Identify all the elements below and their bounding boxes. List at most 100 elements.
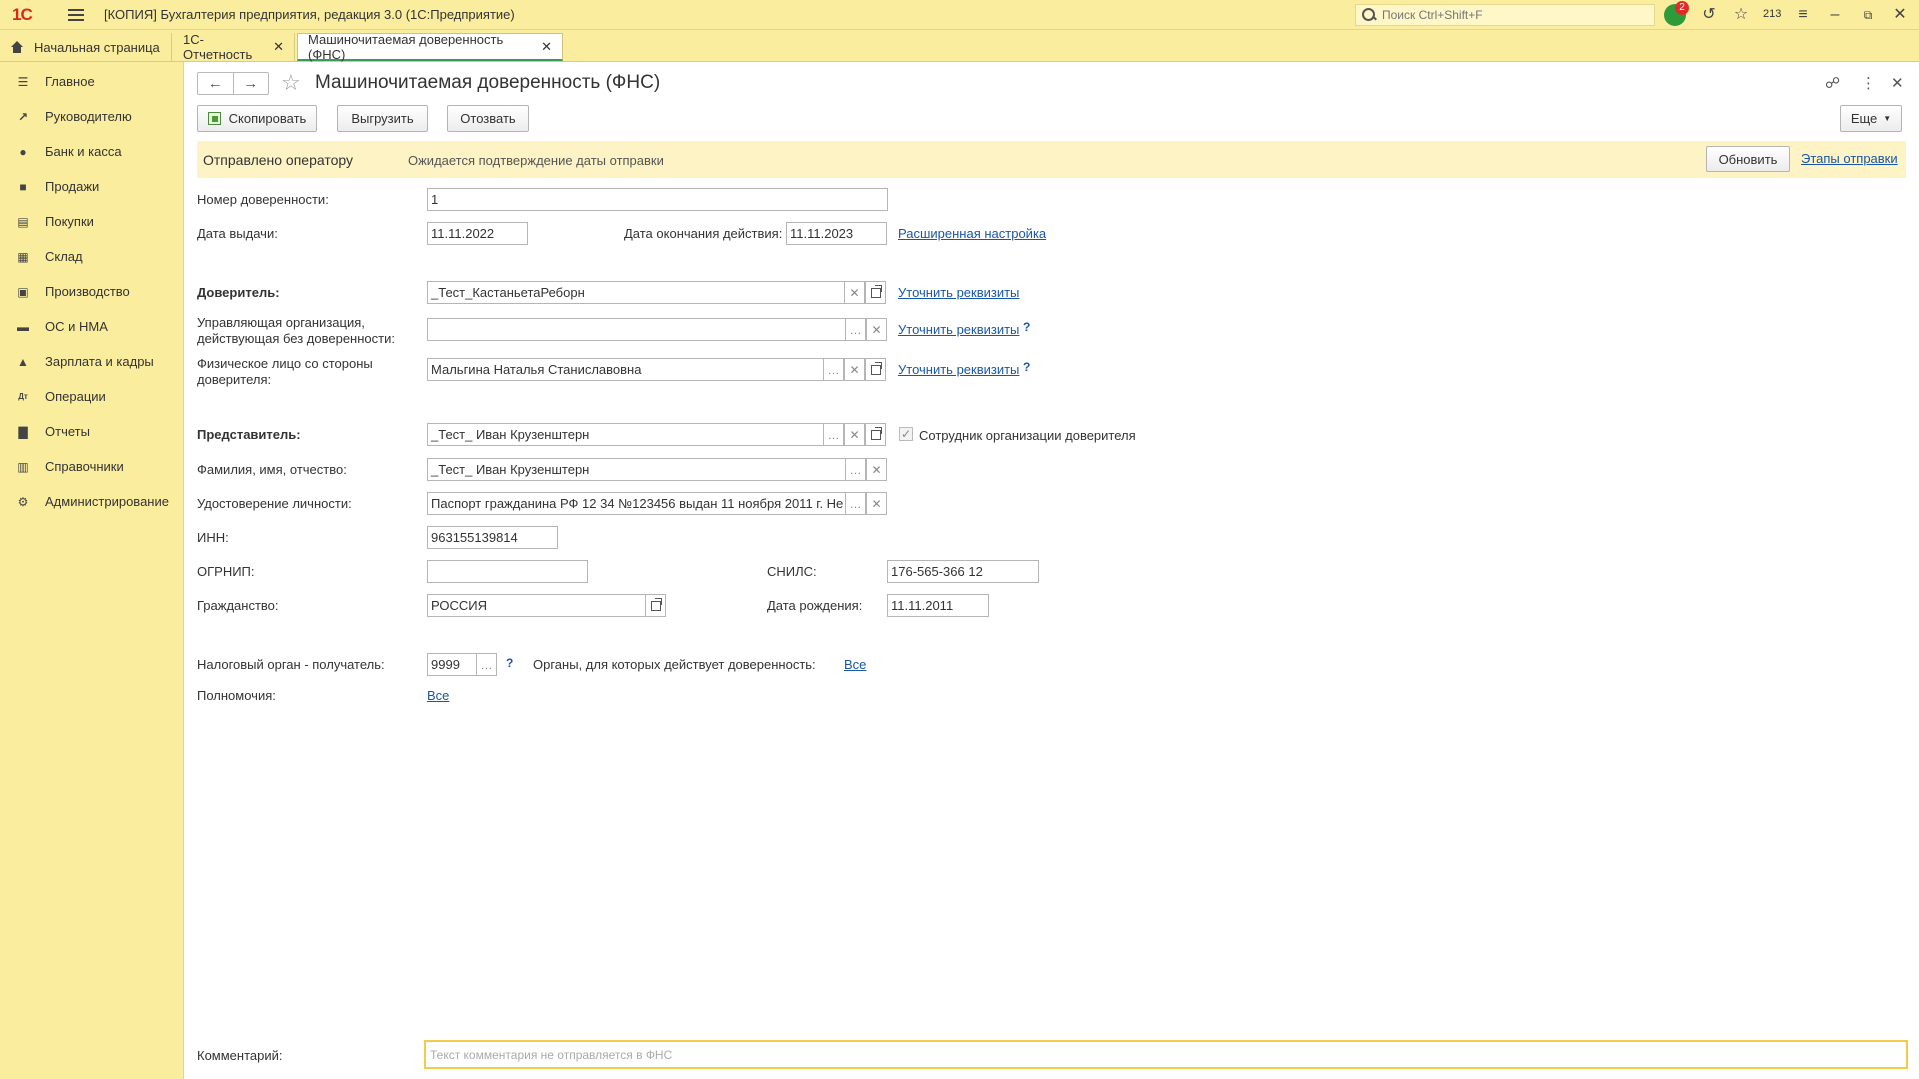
select-ellipsis-icon[interactable]: … [823, 358, 844, 381]
select-ellipsis-icon[interactable]: … [476, 653, 497, 676]
clear-icon[interactable]: ✕ [844, 423, 865, 446]
select-ellipsis-icon[interactable]: … [823, 423, 844, 446]
select-ellipsis-icon[interactable]: … [845, 492, 866, 515]
restore-icon[interactable]: ⧉ [1861, 6, 1875, 24]
sidebar-item-label: Склад [45, 249, 83, 264]
managing-org-clarify-link[interactable]: Уточнить реквизиты [898, 322, 1019, 337]
revoke-button[interactable]: Отозвать [447, 105, 529, 132]
link-icon[interactable]: ☍ [1825, 74, 1840, 92]
principal-clarify-link[interactable]: Уточнить реквизиты [898, 285, 1019, 300]
sidebar-item-admin[interactable]: ⚙ Администрирование [0, 484, 184, 519]
select-ellipsis-icon[interactable]: … [845, 458, 866, 481]
fio-field[interactable]: _Тест_ Иван Крузенштерн [427, 458, 846, 481]
number-field[interactable]: 1 [427, 188, 888, 211]
clear-icon[interactable]: ✕ [844, 281, 865, 304]
employee-checkbox[interactable]: ✓ [899, 427, 913, 441]
sidebar-item-catalogs[interactable]: ▥ Справочники [0, 449, 184, 484]
help-icon[interactable]: ? [506, 656, 513, 670]
id-doc-field[interactable]: Паспорт гражданина РФ 12 34 №123456 выда… [427, 492, 846, 515]
end-date-label: Дата окончания действия: [624, 226, 783, 241]
tab-1c-reporting[interactable]: 1С-Отчетность ✕ [173, 32, 295, 62]
help-icon[interactable]: ? [1023, 320, 1030, 334]
revoke-button-label: Отозвать [460, 111, 516, 126]
clear-icon[interactable]: ✕ [844, 358, 865, 381]
coin-icon: ● [19, 144, 27, 159]
individual-clarify-link[interactable]: Уточнить реквизиты [898, 362, 1019, 377]
tab-home[interactable]: Начальная страница [0, 33, 172, 61]
tab-power-of-attorney[interactable]: Машиночитаемая доверенность (ФНС) ✕ [297, 31, 563, 62]
close-tab-icon[interactable]: ✕ [541, 39, 552, 55]
sidebar-item-reports[interactable]: ▇ Отчеты [0, 414, 184, 449]
representative-label: Представитель: [197, 427, 301, 442]
authorities-all-link[interactable]: Все [844, 657, 866, 672]
sidebar-item-manager[interactable]: ↗ Руководителю [0, 99, 184, 134]
more-button[interactable]: Еще ▼ [1840, 105, 1902, 132]
main-menu-icon[interactable] [68, 8, 84, 21]
form-area: ← → ☆ Машиночитаемая доверенность (ФНС) … [185, 62, 1919, 1079]
minimize-icon[interactable]: – [1828, 6, 1842, 24]
status-subtext: Ожидается подтверждение даты отправки [408, 153, 664, 168]
export-button-label: Выгрузить [351, 111, 414, 126]
sidebar-item-label: Администрирование [45, 494, 169, 509]
sidebar-item-assets[interactable]: ▬ ОС и НМА [0, 309, 184, 344]
favorites-star-icon[interactable]: ☆ [1732, 6, 1750, 24]
inn-field[interactable]: 963155139814 [427, 526, 558, 549]
advanced-settings-link[interactable]: Расширенная настройка [898, 226, 1046, 241]
powers-all-link[interactable]: Все [427, 688, 449, 703]
snils-field[interactable]: 176-565-366 12 [887, 560, 1039, 583]
tab-label: 1С-Отчетность [183, 32, 253, 62]
sidebar-item-operations[interactable]: Дт Операции [0, 379, 184, 414]
history-icon[interactable]: ↺ [1700, 6, 1718, 24]
representative-field[interactable]: _Тест_ Иван Крузенштерн [427, 423, 824, 446]
ogrnip-field[interactable] [427, 560, 588, 583]
help-icon[interactable]: ? [1023, 360, 1030, 374]
select-ellipsis-icon[interactable]: … [845, 318, 866, 341]
sidebar-item-main[interactable]: ☰ Главное [0, 64, 184, 99]
clear-icon[interactable]: ✕ [866, 318, 887, 341]
birth-date-field[interactable]: 11.11.2011 [887, 594, 989, 617]
citizenship-label: Гражданство: [197, 598, 279, 613]
gear-icon: ⚙ [17, 494, 29, 509]
refresh-button[interactable]: Обновить [1706, 146, 1790, 172]
export-button[interactable]: Выгрузить [337, 105, 428, 132]
issue-date-field[interactable]: 11.11.2022 [427, 222, 528, 245]
favorite-star-icon[interactable]: ☆ [281, 70, 301, 96]
sidebar-item-salary[interactable]: ▲ Зарплата и кадры [0, 344, 184, 379]
close-tab-icon[interactable]: ✕ [273, 39, 284, 55]
managing-org-field[interactable] [427, 318, 846, 341]
search-input[interactable] [1382, 8, 1642, 22]
sidebar-item-warehouse[interactable]: ▦ Склад [0, 239, 184, 274]
open-icon[interactable] [865, 423, 886, 446]
close-form-icon[interactable]: ✕ [1891, 74, 1904, 92]
sidebar-item-purchases[interactable]: ▤ Покупки [0, 204, 184, 239]
tax-authority-field[interactable]: 9999 [427, 653, 477, 676]
sidebar-item-bank[interactable]: ● Банк и касса [0, 134, 184, 169]
sidebar-item-production[interactable]: ▣ Производство [0, 274, 184, 309]
tab-label: Машиночитаемая доверенность (ФНС) [308, 31, 504, 62]
back-arrow-icon[interactable]: ← [198, 73, 234, 94]
app-title: [КОПИЯ] Бухгалтерия предприятия, редакци… [104, 7, 515, 22]
end-date-field[interactable]: 11.11.2023 [786, 222, 887, 245]
book-icon: ▥ [17, 459, 29, 474]
comment-input[interactable] [424, 1040, 1908, 1069]
principal-field[interactable]: _Тест_КастаньетаРеборн [427, 281, 845, 304]
forward-arrow-icon[interactable]: → [234, 73, 269, 94]
open-icon[interactable] [865, 358, 886, 381]
sidebar-item-sales[interactable]: ■ Продажи [0, 169, 184, 204]
clear-icon[interactable]: ✕ [866, 458, 887, 481]
open-icon[interactable] [645, 594, 666, 617]
sidebar: ☰ Главное ↗ Руководителю ● Банк и касса … [0, 62, 184, 1079]
close-window-icon[interactable]: ✕ [1893, 6, 1907, 24]
bag-icon: ■ [19, 179, 27, 194]
clear-icon[interactable]: ✕ [866, 492, 887, 515]
open-icon[interactable] [865, 281, 886, 304]
global-search[interactable] [1355, 4, 1655, 26]
individual-field[interactable]: Мальгина Наталья Станиславовна [427, 358, 824, 381]
more-vertical-icon[interactable]: ⋮ [1861, 74, 1876, 92]
citizenship-field[interactable]: РОССИЯ [427, 594, 646, 617]
managing-org-label-line1: Управляющая организация, [197, 315, 365, 330]
settings-menu-icon[interactable]: ≡ [1794, 6, 1812, 24]
stages-link[interactable]: Этапы отправки [1801, 151, 1898, 166]
cart-icon: ▤ [17, 214, 29, 229]
copy-button[interactable]: Скопировать [197, 105, 317, 132]
